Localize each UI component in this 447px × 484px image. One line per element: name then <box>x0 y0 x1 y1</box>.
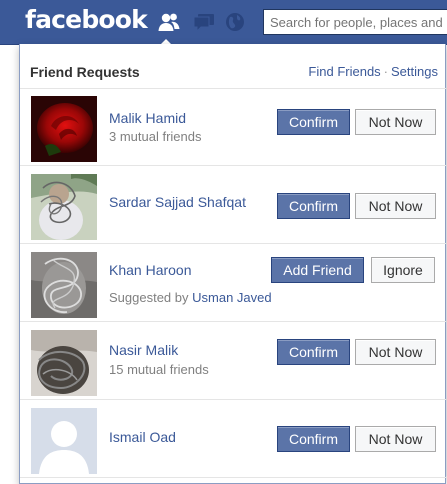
requester-name[interactable]: Ismail Oad <box>109 429 176 445</box>
friend-request-row: Ismail Oad Confirm Not Now <box>20 400 446 478</box>
avatar[interactable] <box>31 408 97 474</box>
friend-request-row: Sardar Sajjad Shafqat Confirm Not Now <box>20 166 446 244</box>
facebook-logo[interactable]: facebook <box>25 5 148 34</box>
confirm-button[interactable]: Confirm <box>277 339 350 365</box>
not-now-button[interactable]: Not Now <box>355 339 436 365</box>
mutual-friends-count[interactable]: 15 mutual friends <box>109 362 209 377</box>
friend-requests-flyout: Friend Requests Find Friends · Settings Ma… <box>19 44 446 484</box>
add-friend-button[interactable]: Add Friend <box>271 257 364 283</box>
friend-request-row: Khan Haroon Suggested by Usman Javed Add… <box>20 244 446 322</box>
mutual-friends-count[interactable]: 3 mutual friends <box>109 129 202 144</box>
friend-request-row: Nasir Malik 15 mutual friends Confirm No… <box>20 322 446 400</box>
top-bar: facebook <box>0 0 447 45</box>
avatar[interactable] <box>31 96 97 162</box>
flyout-links: Find Friends · Settings <box>308 64 438 79</box>
settings-link[interactable]: Settings <box>391 64 438 79</box>
search-input[interactable] <box>263 9 447 35</box>
requester-name[interactable]: Khan Haroon <box>109 262 192 278</box>
friend-request-row: Malik Hamid 3 mutual friends Confirm Not… <box>20 88 446 166</box>
link-separator: · <box>383 64 389 79</box>
suggester-link[interactable]: Usman Javed <box>192 290 271 305</box>
suggestion-text: Suggested by Usman Javed <box>109 290 272 305</box>
avatar[interactable] <box>31 330 97 396</box>
requester-name[interactable]: Malik Hamid <box>109 110 186 126</box>
avatar[interactable] <box>31 174 97 240</box>
suggested-by-label: Suggested by <box>109 290 189 305</box>
not-now-button[interactable]: Not Now <box>355 109 436 135</box>
ignore-button[interactable]: Ignore <box>371 257 435 283</box>
not-now-button[interactable]: Not Now <box>355 193 436 219</box>
requester-name[interactable]: Sardar Sajjad Shafqat <box>109 194 246 210</box>
notifications-globe-icon[interactable] <box>222 10 248 34</box>
avatar[interactable] <box>31 252 97 318</box>
messages-icon[interactable] <box>191 10 217 34</box>
flyout-header: Friend Requests Find Friends · Settings <box>20 44 446 89</box>
not-now-button[interactable]: Not Now <box>355 426 436 452</box>
flyout-title: Friend Requests <box>30 64 140 80</box>
friends-icon[interactable] <box>156 10 182 34</box>
find-friends-link[interactable]: Find Friends <box>308 64 380 79</box>
confirm-button[interactable]: Confirm <box>277 109 350 135</box>
confirm-button[interactable]: Confirm <box>277 193 350 219</box>
confirm-button[interactable]: Confirm <box>277 426 350 452</box>
requester-name[interactable]: Nasir Malik <box>109 342 178 358</box>
